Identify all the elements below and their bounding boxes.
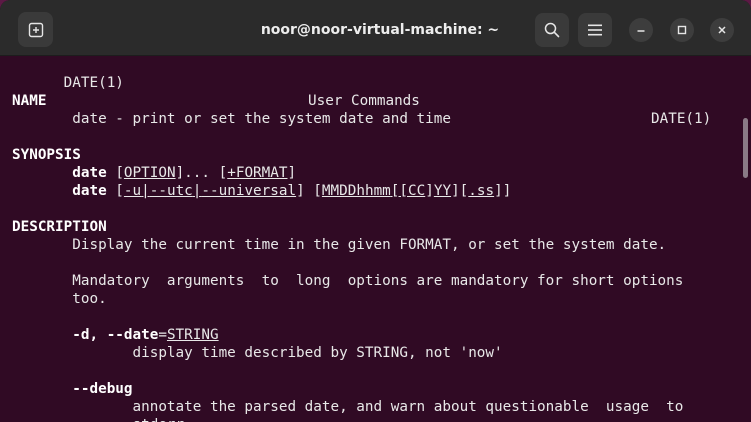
synopsis-text: ]... [: [175, 165, 228, 181]
name-text: date - print or set the system date and …: [12, 111, 451, 127]
synopsis-text: ]: [287, 165, 297, 181]
synopsis-cmd: date: [72, 183, 107, 199]
option-debug-description: annotate the parsed date, and warn about…: [12, 399, 684, 415]
terminal-window: noor@noor-virtual-machine: ~ DATE(1) Use…: [0, 0, 751, 422]
synopsis-arg: CC: [408, 183, 426, 199]
new-tab-button[interactable]: [18, 12, 53, 47]
search-icon: [544, 22, 560, 38]
option-debug: --debug: [12, 380, 133, 398]
synopsis-text: [: [106, 183, 124, 199]
synopsis-text: ]]: [494, 183, 512, 199]
synopsis-arg: +FORMAT: [227, 165, 288, 181]
man-header-right: DATE(1): [651, 111, 712, 127]
synopsis-arg: -u: [123, 183, 142, 199]
synopsis-text: ]: [425, 183, 434, 199]
scrollbar-thumb[interactable]: [743, 118, 748, 178]
close-icon: [717, 25, 727, 35]
minimize-button[interactable]: [629, 18, 653, 42]
description-line: Mandatory arguments to long options are …: [12, 273, 684, 289]
man-header: DATE(1) User Commands DATE(1): [12, 56, 739, 127]
name-heading: NAME: [12, 93, 47, 109]
option-flags: --debug: [72, 381, 133, 397]
synopsis-heading: SYNOPSIS: [12, 147, 81, 163]
synopsis-text: [: [115, 165, 124, 181]
option-flags: -d, --date: [72, 327, 159, 343]
description-line: too.: [12, 291, 107, 307]
synopsis-text: ][: [451, 183, 469, 199]
synopsis-line-1: date [OPTION]... [+FORMAT]: [12, 164, 296, 182]
description-line: Display the current time in the given FO…: [12, 237, 667, 253]
option-date: -d, --date=STRING: [12, 326, 219, 344]
synopsis-arg: --universal: [201, 183, 297, 199]
window-title: noor@noor-virtual-machine: ~: [260, 22, 500, 38]
synopsis-arg: .ss: [468, 183, 495, 199]
synopsis-arg: OPTION: [123, 165, 176, 181]
search-button[interactable]: [535, 13, 569, 47]
title-bar[interactable]: noor@noor-virtual-machine: ~: [0, 0, 751, 56]
option-eq: =: [158, 327, 167, 343]
synopsis-text: [[: [390, 183, 409, 199]
synopsis-line-2: date [-u|--utc|--universal] [MMDDhhmm[[C…: [12, 182, 511, 200]
synopsis-arg: YY: [433, 183, 452, 199]
synopsis-cmd: date: [72, 165, 107, 181]
hamburger-menu-icon: [588, 24, 602, 36]
minimize-icon: [636, 25, 646, 35]
menu-button[interactable]: [578, 13, 612, 47]
man-header-left: DATE(1): [63, 75, 124, 91]
description-heading: DESCRIPTION: [12, 219, 107, 235]
maximize-button[interactable]: [670, 18, 694, 42]
synopsis-text: ] [: [296, 183, 322, 199]
option-arg: STRING: [166, 327, 219, 343]
synopsis-arg: --utc: [149, 183, 193, 199]
close-button[interactable]: [710, 18, 734, 42]
option-debug-description-cont: stderr: [12, 416, 185, 422]
option-date-description: display time described by STRING, not 'n…: [12, 345, 503, 361]
new-tab-icon: [28, 22, 44, 38]
maximize-icon: [677, 25, 687, 35]
synopsis-text: |: [141, 183, 150, 199]
terminal-output[interactable]: DATE(1) User Commands DATE(1) NAME date …: [0, 56, 751, 422]
synopsis-arg: MMDDhhmm: [321, 183, 391, 199]
man-header-center: User Commands: [308, 93, 420, 109]
